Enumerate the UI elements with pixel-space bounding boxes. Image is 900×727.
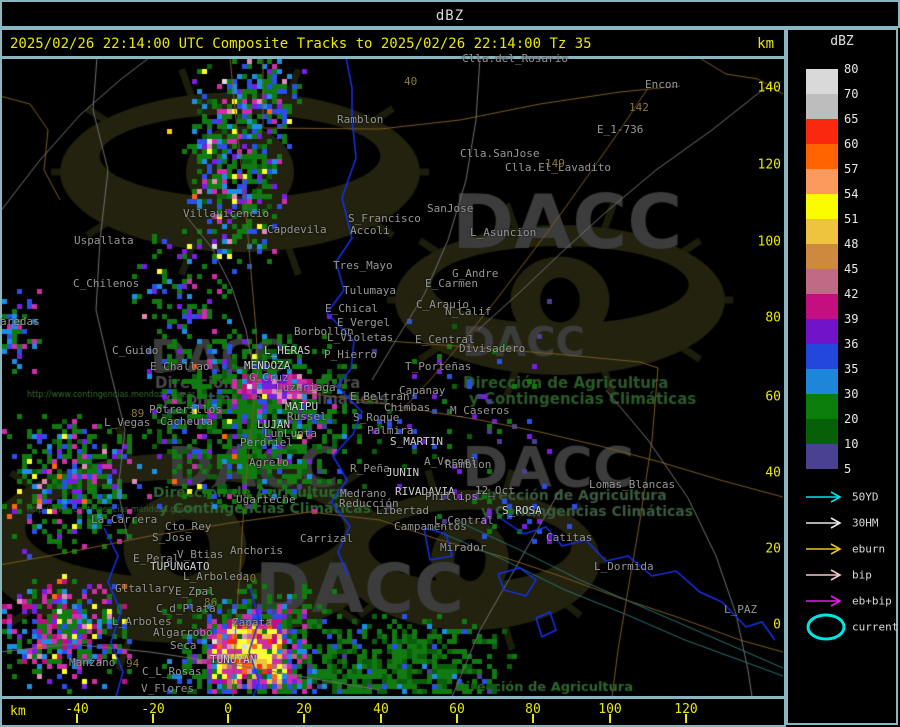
scale-label: 5 xyxy=(844,462,852,476)
legend-arrow-icon xyxy=(806,517,842,529)
y-axis-label: 140 xyxy=(757,80,781,96)
scale-swatch xyxy=(806,144,838,169)
scale-swatch xyxy=(806,344,838,369)
scale-label: 35 xyxy=(844,362,859,376)
scale-label: 20 xyxy=(844,412,859,426)
scale-label: 80 xyxy=(844,62,859,76)
scale-label: 65 xyxy=(844,112,859,126)
scale-label: 54 xyxy=(844,187,859,201)
y-axis-label: 120 xyxy=(757,157,781,173)
scale-swatch xyxy=(806,444,838,469)
legend-arrow-label: 50YD xyxy=(852,490,879,504)
timestamp-text: 2025/02/26 22:14:00 UTC Composite Tracks… xyxy=(10,36,592,52)
y-axis-label: 60 xyxy=(765,389,781,405)
legend-arrow-label: 30HM xyxy=(852,516,879,530)
scale-swatch xyxy=(806,369,838,394)
current-cell-icon xyxy=(806,613,846,641)
x-axis-tick xyxy=(609,714,611,723)
y-axis-label: 0 xyxy=(773,617,781,633)
page-title: dBZ xyxy=(435,8,465,24)
scale-swatch xyxy=(806,119,838,144)
header-box: 2025/02/26 22:14:00 UTC Composite Tracks… xyxy=(0,28,786,58)
x-axis-tick xyxy=(380,714,382,723)
legend-arrow-label: bip xyxy=(852,568,872,582)
legend-arrow-icon xyxy=(806,569,842,581)
scale-swatch xyxy=(806,319,838,344)
scale-swatch xyxy=(806,294,838,319)
legend-arrow-icon xyxy=(806,595,842,607)
scale-label: 51 xyxy=(844,212,859,226)
scale-label: 10 xyxy=(844,437,859,451)
title-bar: dBZ xyxy=(0,0,900,28)
scale-swatch xyxy=(806,94,838,119)
x-axis-tick xyxy=(152,714,154,723)
scale-label: 57 xyxy=(844,162,859,176)
scale-swatch xyxy=(806,69,838,94)
scale-label: 39 xyxy=(844,312,859,326)
x-axis-tick xyxy=(685,714,687,723)
legend-title: dBZ xyxy=(830,34,854,49)
scale-swatch xyxy=(806,194,838,219)
legend-arrow-label: eburn xyxy=(852,542,886,556)
x-axis-tick xyxy=(532,714,534,723)
legend-arrow-icon xyxy=(806,491,842,503)
scale-swatch xyxy=(806,419,838,444)
legend-arrow-icon xyxy=(806,543,842,555)
legend-arrow-label: eb+bip xyxy=(852,594,892,608)
x-axis-tick xyxy=(227,714,229,723)
scale-swatch xyxy=(806,169,838,194)
y-axis-label: 40 xyxy=(765,465,781,481)
scale-label: 70 xyxy=(844,87,859,101)
scale-label: 45 xyxy=(844,262,859,276)
legend-current-label: current xyxy=(852,620,899,634)
scale-label: 48 xyxy=(844,237,859,251)
scale-swatch xyxy=(806,269,838,294)
scale-label: 60 xyxy=(844,137,859,151)
x-axis-box: km xyxy=(0,697,786,727)
y-axis-label: 100 xyxy=(757,234,781,250)
radar-map-canvas xyxy=(2,59,784,696)
scale-label: 42 xyxy=(844,287,859,301)
x-axis-tick xyxy=(456,714,458,723)
scale-label: 36 xyxy=(844,337,859,351)
x-axis-tick xyxy=(303,714,305,723)
scale-swatch xyxy=(806,244,838,269)
y-axis-label: 20 xyxy=(765,541,781,557)
y-axis-label: 80 xyxy=(765,310,781,326)
scale-swatch xyxy=(806,219,838,244)
header-km-unit: km xyxy=(757,36,774,52)
x-axis-tick xyxy=(76,714,78,723)
x-axis-unit: km xyxy=(10,704,26,719)
scale-label: 30 xyxy=(844,387,859,401)
scale-swatch xyxy=(806,394,838,419)
